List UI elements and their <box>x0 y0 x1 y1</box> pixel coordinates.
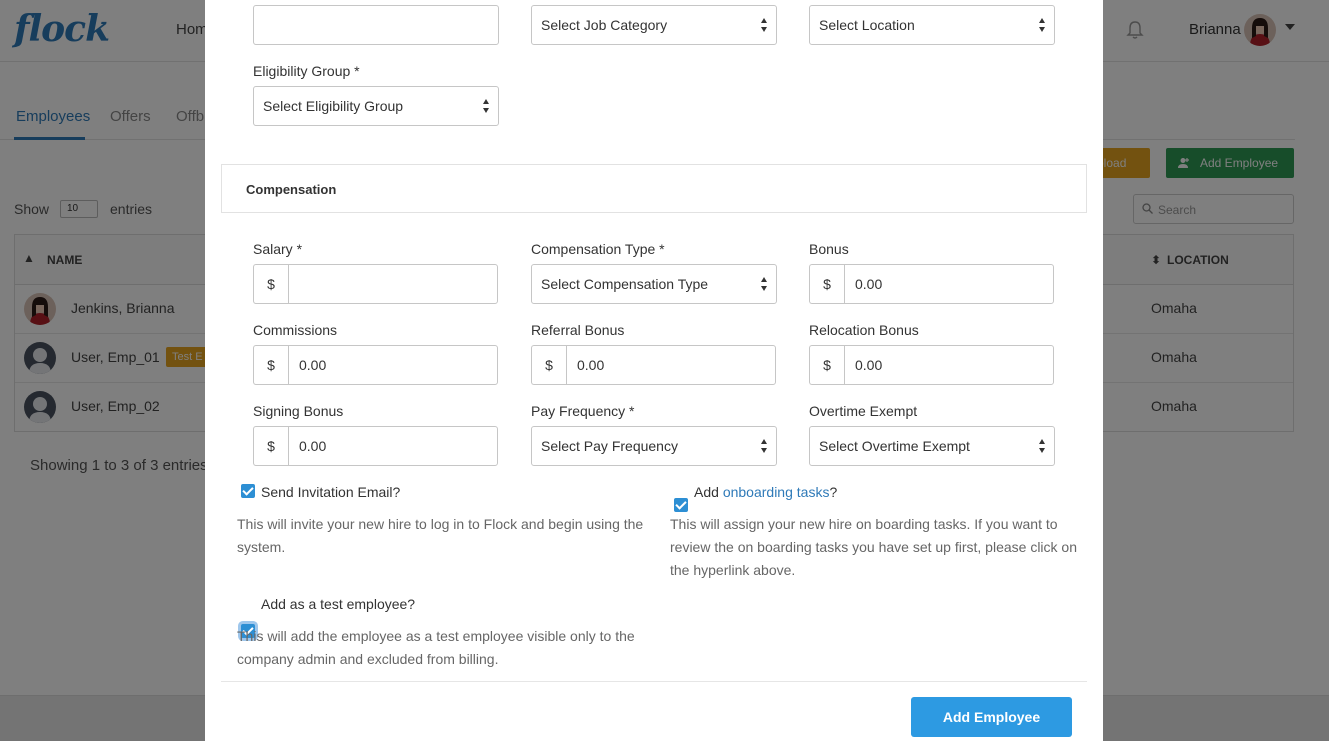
compensation-type-value: Select Compensation Type <box>541 276 709 292</box>
onboarding-label-suffix: ? <box>829 484 838 500</box>
overtime-exempt-select[interactable]: Select Overtime Exempt <box>809 426 1055 466</box>
select-arrows-icon <box>761 18 768 34</box>
salary-input[interactable] <box>288 264 498 304</box>
compensation-type-label: Compensation Type * <box>531 241 665 257</box>
test-employee-label[interactable]: Add as a test employee? <box>261 596 415 612</box>
referral-bonus-label: Referral Bonus <box>531 322 625 338</box>
job-category-select[interactable]: Select Job Category <box>531 5 777 45</box>
bonus-input[interactable]: 0.00 <box>844 264 1054 304</box>
onboarding-tasks-link[interactable]: onboarding tasks <box>723 484 830 500</box>
relocation-bonus-input[interactable]: 0.00 <box>844 345 1054 385</box>
select-arrows-icon <box>1039 439 1046 455</box>
send-invitation-checkbox[interactable] <box>241 484 255 498</box>
signing-bonus-field: $ 0.00 <box>253 426 498 466</box>
currency-addon: $ <box>809 264 844 304</box>
commissions-field: $ 0.00 <box>253 345 498 385</box>
currency-addon: $ <box>253 264 288 304</box>
currency-addon: $ <box>253 426 288 466</box>
job-category-value: Select Job Category <box>541 17 668 33</box>
submit-label: Add Employee <box>942 709 1041 725</box>
signing-bonus-label: Signing Bonus <box>253 403 344 419</box>
modal-footer-divider <box>221 681 1087 682</box>
compensation-section-header: Compensation <box>221 164 1087 213</box>
referral-bonus-field: $ 0.00 <box>531 345 776 385</box>
onboarding-label[interactable]: Add onboarding tasks? <box>694 484 837 500</box>
currency-addon: $ <box>531 345 566 385</box>
overtime-exempt-label: Overtime Exempt <box>809 403 918 419</box>
overtime-exempt-value: Select Overtime Exempt <box>819 438 970 454</box>
onboarding-help: This will assign your new hire on boardi… <box>670 516 1077 578</box>
send-invitation-label[interactable]: Send Invitation Email? <box>261 484 400 500</box>
eligibility-group-label: Eligibility Group * <box>253 63 360 79</box>
select-arrows-icon <box>761 439 768 455</box>
onboarding-label-prefix: Add <box>694 484 723 500</box>
add-employee-modal: Select Job Category Select Location Elig… <box>205 0 1103 741</box>
salary-field: $ <box>253 264 498 304</box>
relocation-bonus-label: Relocation Bonus <box>809 322 919 338</box>
select-arrows-icon <box>483 99 490 115</box>
eligibility-group-select[interactable]: Select Eligibility Group <box>253 86 499 126</box>
bonus-field: $ 0.00 <box>809 264 1054 304</box>
eligibility-group-value: Select Eligibility Group <box>263 98 404 114</box>
send-invitation-help: This will invite your new hire to log in… <box>237 516 644 555</box>
bonus-label: Bonus <box>809 241 849 257</box>
add-employee-submit-button[interactable]: Add Employee <box>911 697 1072 737</box>
pay-frequency-select[interactable]: Select Pay Frequency <box>531 426 777 466</box>
relocation-bonus-field: $ 0.00 <box>809 345 1054 385</box>
commissions-input[interactable]: 0.00 <box>288 345 498 385</box>
signing-bonus-input[interactable]: 0.00 <box>288 426 498 466</box>
onboarding-checkbox[interactable] <box>674 498 688 512</box>
pay-frequency-value: Select Pay Frequency <box>541 438 678 454</box>
commissions-label: Commissions <box>253 322 338 338</box>
compensation-type-select[interactable]: Select Compensation Type <box>531 264 777 304</box>
select-arrows-icon <box>1039 18 1046 34</box>
select-arrows-icon <box>761 277 768 293</box>
job-title-input[interactable] <box>253 5 499 45</box>
currency-addon: $ <box>253 345 288 385</box>
referral-bonus-input[interactable]: 0.00 <box>566 345 776 385</box>
location-value: Select Location <box>819 17 915 33</box>
pay-frequency-label: Pay Frequency * <box>531 403 635 419</box>
currency-addon: $ <box>809 345 844 385</box>
test-employee-help: This will add the employee as a test emp… <box>237 628 635 667</box>
location-select[interactable]: Select Location <box>809 5 1055 45</box>
salary-label: Salary * <box>253 241 303 257</box>
